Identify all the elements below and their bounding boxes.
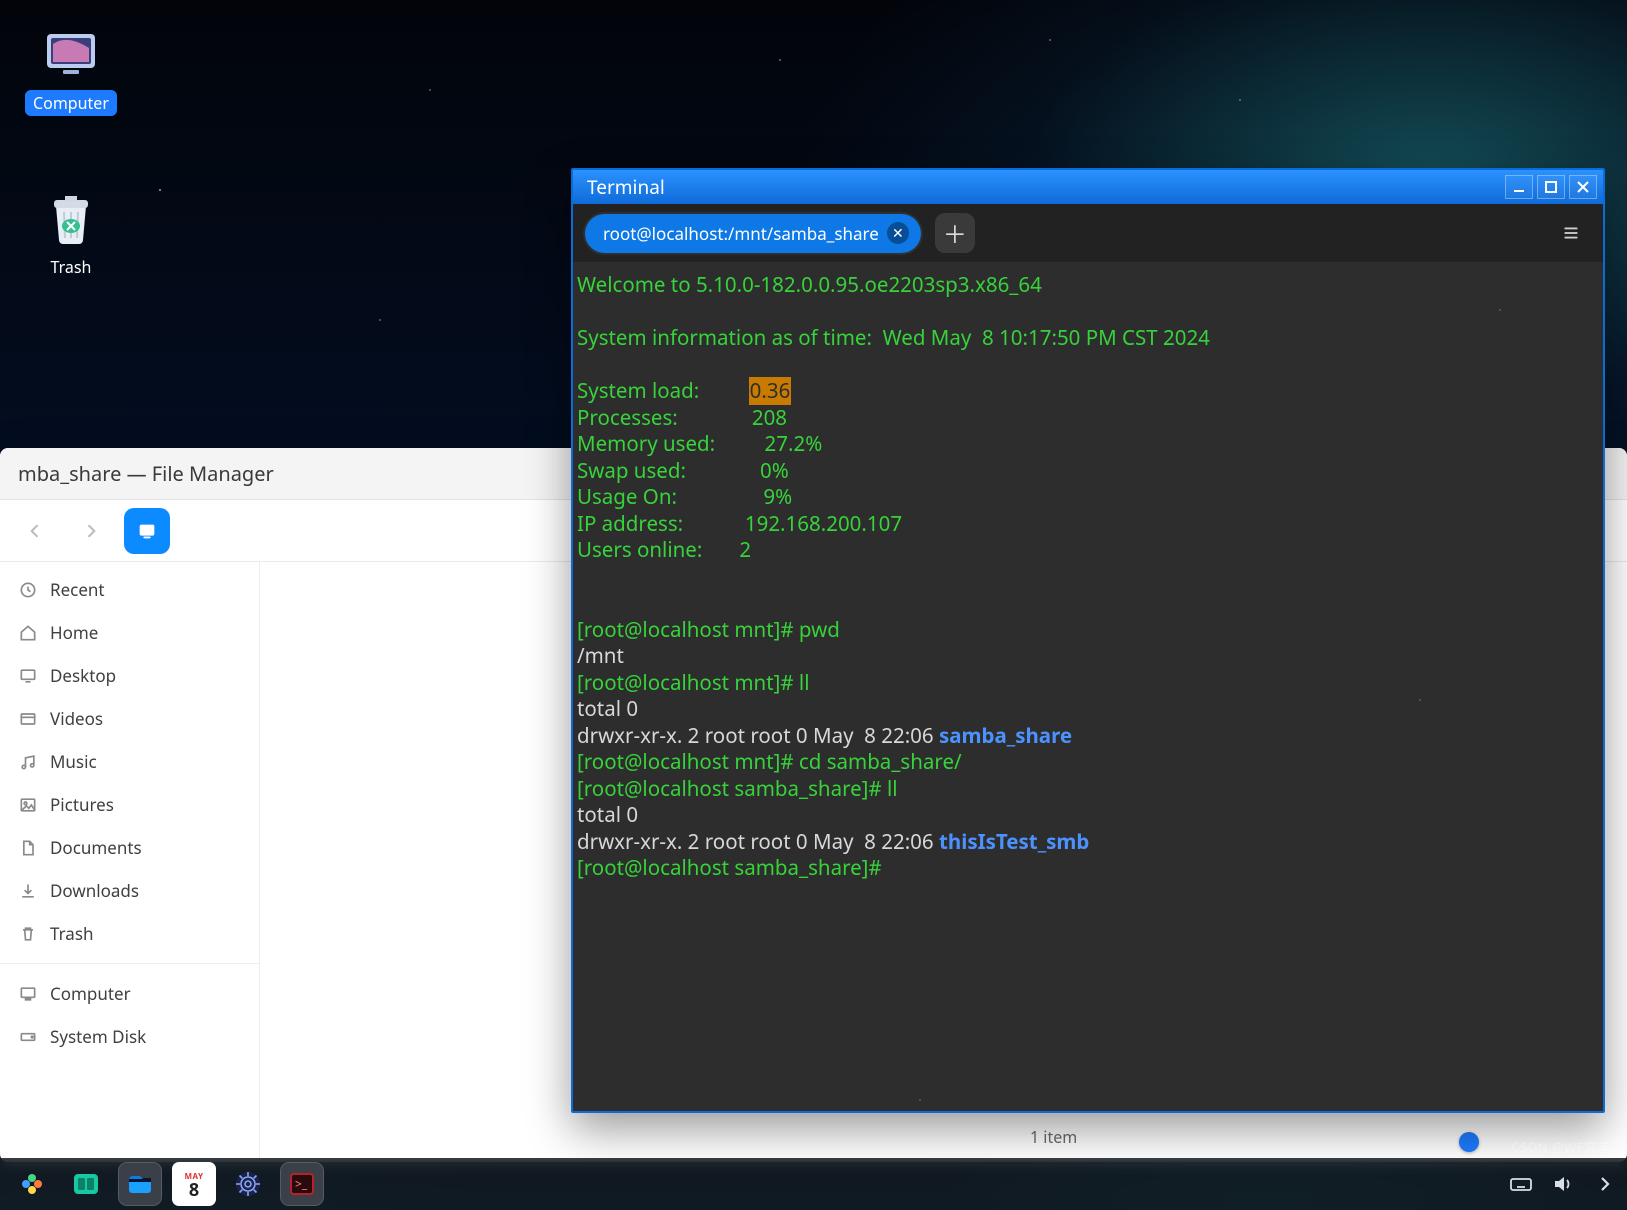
- sidebar-item-label: Home: [50, 621, 98, 644]
- trash-icon: [41, 188, 101, 248]
- stat-label: Memory used:: [577, 430, 715, 458]
- dock-app-activities[interactable]: [64, 1162, 108, 1206]
- sidebar-item-label: Music: [50, 750, 97, 773]
- sidebar-item-label: Downloads: [50, 879, 139, 902]
- sidebar-item-recent[interactable]: Recent: [0, 568, 259, 611]
- file-manager-title: mba_share — File Manager: [18, 460, 274, 487]
- terminal-line: System information as of time: Wed May 8…: [577, 324, 1210, 352]
- tray-keyboard-icon[interactable]: [1509, 1172, 1533, 1196]
- stat-label: Users online:: [577, 536, 702, 564]
- terminal-tab-label: root@localhost:/mnt/samba_share: [603, 222, 879, 245]
- window-minimize-button[interactable]: [1505, 175, 1533, 199]
- stat-label: Swap used:: [577, 457, 686, 485]
- desktop: Computer Trash mba_share — File Manager: [0, 0, 1627, 1210]
- status-text: 1 item: [1030, 1126, 1077, 1148]
- tray-volume-icon[interactable]: [1551, 1172, 1575, 1196]
- desktop-icon-label: Computer: [25, 90, 117, 116]
- terminal-line: [root@localhost samba_share]# ll: [577, 775, 898, 803]
- app-launcher-button[interactable]: [10, 1162, 54, 1206]
- nav-back-button[interactable]: [12, 508, 58, 554]
- sidebar-item-home[interactable]: Home: [0, 611, 259, 654]
- terminal-line: [root@localhost mnt]# pwd: [577, 616, 840, 644]
- sidebar-item-label: Videos: [50, 707, 103, 730]
- svg-text:>_: >_: [295, 1175, 308, 1192]
- stat-value: 0%: [760, 457, 789, 485]
- terminal-line: [root@localhost samba_share]#: [577, 854, 887, 882]
- file-manager-sidebar: Recent Home Desktop Videos Music Picture…: [0, 562, 260, 1162]
- dock-app-settings[interactable]: [226, 1162, 270, 1206]
- terminal-tab[interactable]: root@localhost:/mnt/samba_share ✕: [585, 214, 921, 253]
- stat-value: 2: [739, 536, 751, 564]
- sidebar-item-system-disk[interactable]: System Disk: [0, 1015, 259, 1058]
- terminal-line: Welcome to 5.10.0-182.0.0.95.oe2203sp3.x…: [577, 271, 1042, 299]
- terminal-title: Terminal: [587, 174, 1501, 200]
- terminal-tabbar: root@localhost:/mnt/samba_share ✕ ＋: [573, 204, 1603, 262]
- stat-label: Usage On:: [577, 483, 677, 511]
- directory-name: thisIsTest_smb: [939, 828, 1089, 856]
- sidebar-item-label: System Disk: [50, 1025, 146, 1048]
- stat-value: 208: [752, 404, 787, 432]
- terminal-line: [root@localhost mnt]# cd samba_share/: [577, 748, 962, 776]
- terminal-output[interactable]: Welcome to 5.10.0-182.0.0.95.oe2203sp3.x…: [573, 262, 1603, 1111]
- stat-value: 27.2%: [765, 430, 823, 458]
- taskbar: MAY 8 >_: [0, 1158, 1627, 1210]
- sidebar-item-computer[interactable]: Computer: [0, 972, 259, 1015]
- stat-value: 0.36: [749, 377, 792, 405]
- new-tab-button[interactable]: ＋: [935, 213, 975, 253]
- dock-app-file-manager[interactable]: [118, 1162, 162, 1206]
- stat-label: Processes:: [577, 404, 678, 432]
- sidebar-item-label: Documents: [50, 836, 142, 859]
- stat-label: IP address:: [577, 510, 683, 538]
- sidebar-item-label: Recent: [50, 578, 105, 601]
- desktop-icon-computer[interactable]: Computer: [16, 24, 126, 116]
- window-maximize-button[interactable]: [1537, 175, 1565, 199]
- stat-label: System load:: [577, 377, 699, 405]
- hamburger-menu-button[interactable]: [1551, 213, 1591, 253]
- sidebar-item-pictures[interactable]: Pictures: [0, 783, 259, 826]
- sidebar-item-label: Computer: [50, 982, 131, 1005]
- terminal-line: [root@localhost mnt]# ll: [577, 669, 810, 697]
- terminal-line: drwxr-xr-x. 2 root root 0 May 8 22:06: [577, 828, 939, 856]
- computer-icon: [41, 24, 101, 84]
- system-tray: [1509, 1172, 1617, 1196]
- terminal-line: drwxr-xr-x. 2 root root 0 May 8 22:06: [577, 722, 939, 750]
- tray-expand-icon[interactable]: [1593, 1172, 1617, 1196]
- sidebar-item-trash[interactable]: Trash: [0, 912, 259, 955]
- stat-value: 192.168.200.107: [745, 510, 902, 538]
- tab-close-icon[interactable]: ✕: [887, 222, 909, 244]
- sidebar-item-label: Trash: [50, 922, 93, 945]
- desktop-icon-label: Trash: [43, 254, 100, 280]
- sidebar-item-videos[interactable]: Videos: [0, 697, 259, 740]
- sidebar-item-label: Desktop: [50, 664, 116, 687]
- terminal-titlebar[interactable]: Terminal: [573, 170, 1603, 204]
- calendar-day: 8: [176, 1182, 212, 1198]
- sidebar-item-desktop[interactable]: Desktop: [0, 654, 259, 697]
- desktop-icon-trash[interactable]: Trash: [16, 188, 126, 280]
- directory-name: samba_share: [939, 722, 1072, 750]
- sidebar-item-music[interactable]: Music: [0, 740, 259, 783]
- terminal-window: Terminal root@localhost:/mnt/samba_share…: [571, 168, 1605, 1113]
- path-segment-button[interactable]: [124, 508, 170, 554]
- nav-forward-button[interactable]: [68, 508, 114, 554]
- dock-app-terminal[interactable]: >_: [280, 1162, 324, 1206]
- watermark-text: CSDN @WF文丰: [1511, 1137, 1611, 1156]
- terminal-line: total 0: [577, 695, 638, 723]
- stat-value: 9%: [763, 483, 792, 511]
- sidebar-item-label: Pictures: [50, 793, 114, 816]
- sidebar-item-downloads[interactable]: Downloads: [0, 869, 259, 912]
- sidebar-item-documents[interactable]: Documents: [0, 826, 259, 869]
- terminal-line: total 0: [577, 801, 638, 829]
- window-close-button[interactable]: [1569, 175, 1597, 199]
- dock-app-calendar[interactable]: MAY 8: [172, 1162, 216, 1206]
- zoom-slider-knob[interactable]: [1459, 1132, 1479, 1152]
- terminal-line: /mnt: [577, 642, 624, 670]
